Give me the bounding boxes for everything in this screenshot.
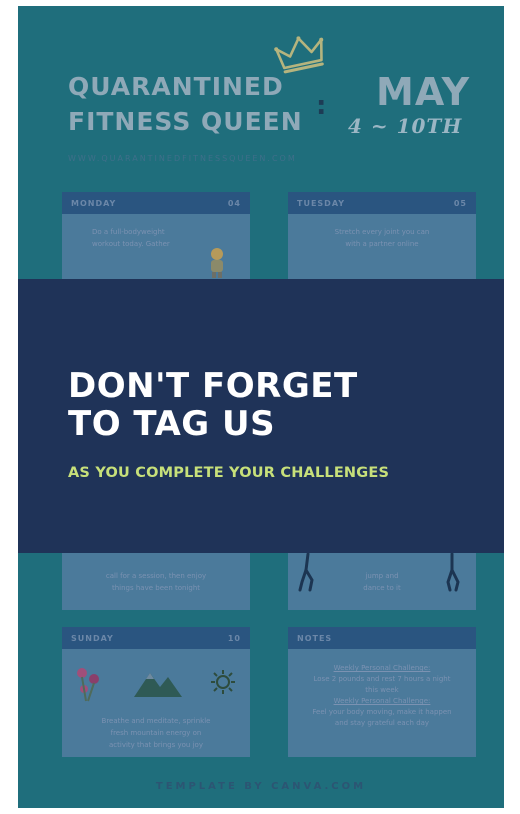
notes-line-3: this week xyxy=(365,686,399,694)
day-number: 05 xyxy=(453,198,467,208)
notes-line-2: Lose 2 pounds and rest 7 hours a night xyxy=(313,675,451,683)
notes-line-4: Weekly Personal Challenge: xyxy=(333,697,431,705)
sun-icon xyxy=(211,670,235,694)
crown-icon xyxy=(274,36,324,74)
card-header: SUNDAY 10 xyxy=(62,627,250,649)
notes-line-1: Weekly Personal Challenge: xyxy=(333,664,431,672)
card-text-1: jump and xyxy=(365,572,399,580)
card-header: NOTES xyxy=(288,627,476,649)
notes-line-6: and stay grateful each day xyxy=(334,719,430,727)
card-text-1: call for a session, then enjoy xyxy=(105,572,207,580)
mountain-icon xyxy=(134,673,182,697)
title-line-1: QUARANTINED xyxy=(68,72,284,101)
card-body: Weekly Personal Challenge: Lose 2 pounds… xyxy=(288,657,476,757)
day-label: SUNDAY xyxy=(71,633,114,643)
card-text-1: Breathe and meditate, sprinkle xyxy=(101,717,211,725)
card-header: TUESDAY 05 xyxy=(288,192,476,214)
card-header: MONDAY 04 xyxy=(62,192,250,214)
date-range: 4 ~ 10TH xyxy=(348,114,463,138)
website-url: WWW.QUARANTINEDFITNESSQUEEN.COM xyxy=(68,154,297,163)
card-text-2: things have been tonight xyxy=(111,584,201,592)
tag-us-banner: DON'T FORGET TO TAG US AS YOU COMPLETE Y… xyxy=(18,279,504,553)
poster: QUARANTINED FITNESS QUEEN : MAY 4 ~ 10TH… xyxy=(18,6,504,808)
card-text-2: with a partner online xyxy=(345,240,419,248)
month-label: MAY xyxy=(376,70,471,114)
title-line-2: FITNESS QUEEN xyxy=(68,107,303,136)
card-text-1: Do a full-bodyweight xyxy=(92,228,165,236)
day-number: 10 xyxy=(227,633,241,643)
card-body: jump and dance to it xyxy=(288,564,476,610)
card-text-2: fresh mountain energy on xyxy=(110,729,202,737)
flowers-icon xyxy=(77,668,99,702)
day-number: 04 xyxy=(227,198,241,208)
card-text-3: activity that brings you joy xyxy=(109,741,203,749)
card-body: Breathe and meditate, sprinkle fresh mou… xyxy=(62,709,250,757)
banner-headline-line-1: DON'T FORGET xyxy=(68,366,358,406)
notes-line-5: Feel your body moving, make it happen xyxy=(312,708,452,716)
banner-subheadline: AS YOU COMPLETE YOUR CHALLENGES xyxy=(68,465,390,481)
card-body: call for a session, then enjoy things ha… xyxy=(62,564,250,610)
card-notes: NOTES Weekly Personal Challenge: Lose 2 … xyxy=(288,627,476,757)
notes-label: NOTES xyxy=(297,633,333,643)
banner-headline-line-2: TO TAG US xyxy=(68,404,276,444)
card-text-1: Stretch every joint you can xyxy=(334,228,430,236)
woman-icon xyxy=(211,248,223,278)
card-text-2: dance to it xyxy=(363,584,401,592)
day-label: MONDAY xyxy=(71,198,117,208)
title-separator: : xyxy=(316,91,328,121)
day-label: TUESDAY xyxy=(297,198,346,208)
card-sunday: SUNDAY 10 Breathe and meditate, sprinkle… xyxy=(62,627,250,757)
template-credit: TEMPLATE BY CANVA.COM xyxy=(155,781,367,792)
